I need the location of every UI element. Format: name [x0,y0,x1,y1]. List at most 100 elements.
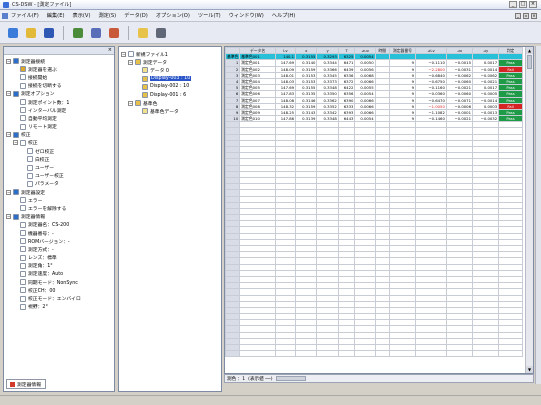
scroll-up-icon[interactable]: ▲ [526,47,533,54]
tree-node[interactable]: Display-003 : 10 [121,75,219,83]
empty-cell[interactable] [274,350,297,358]
tree-node[interactable]: 同期モード：NonSync [6,278,112,286]
grid-vertical-scrollbar[interactable]: ▲ ▼ [525,47,533,373]
open-button[interactable] [24,26,38,40]
menu-item-6[interactable]: ツール(T) [198,12,221,19]
expand-toggle-icon[interactable]: − [6,91,11,97]
tree-node[interactable]: − 測定器設定 [6,188,112,196]
expand-toggle-icon[interactable]: − [13,140,18,146]
tree-node[interactable]: 校正CH：00 [6,286,112,294]
list-button[interactable] [107,26,121,40]
empty-cell[interactable] [388,350,417,358]
empty-cell[interactable] [445,350,474,358]
tree-node[interactable]: 測定方式：- [6,245,112,253]
expand-toggle-icon[interactable]: − [6,189,11,195]
doc-restore-button[interactable]: ▫ [523,13,529,19]
empty-cell[interactable] [316,350,339,358]
expand-toggle-icon[interactable]: − [6,58,11,64]
maximize-button[interactable]: □ [519,1,527,8]
tree-node[interactable]: ゼロ校正 [6,147,112,155]
tree-node[interactable]: 視野：2° [6,303,112,311]
expand-toggle-icon[interactable]: − [6,214,11,220]
tab-instrument-info[interactable]: 測定器情報 [6,379,46,389]
tree-node[interactable]: ユーザー [6,163,112,171]
tree-node[interactable]: − 測定データ [121,58,219,66]
expand-toggle-icon[interactable]: − [121,51,126,57]
menu-item-5[interactable]: オプション(O) [156,12,190,19]
window-vertical-scrollbar[interactable] [535,46,541,384]
column-header[interactable]: 測定器番号 [388,47,417,55]
expand-toggle-icon[interactable]: − [128,59,133,65]
row-number[interactable]: 基準色 [225,53,241,61]
empty-cell[interactable] [471,350,500,358]
node-icon [20,230,26,237]
tree-node[interactable]: ROMバージョン：- [6,237,112,245]
tree-node[interactable]: − 基準色 [121,99,219,107]
tree-node[interactable]: 接続開始 [6,73,112,81]
empty-cell[interactable] [295,350,318,358]
tree-node[interactable]: 測定器名：CS-200 [6,221,112,229]
tree-node[interactable]: − 校正 [6,131,112,139]
empty-cell[interactable] [374,350,390,358]
grid-horizontal-scrollbar[interactable] [275,376,306,381]
chart-button[interactable] [89,26,103,40]
scroll-down-icon[interactable]: ▼ [526,366,533,373]
menu-item-3[interactable]: 測定(S) [98,12,116,19]
empty-cell[interactable] [337,350,356,358]
tree-node[interactable]: エラーを解除する [6,204,112,212]
tree-node[interactable]: レンズ：標準 [6,254,112,262]
tree-node[interactable]: 測定ポイント数：1 [6,98,112,106]
menu-item-0[interactable]: ファイル(F) [11,12,39,19]
tree-node[interactable]: 測定器を選ぶ [6,65,112,73]
menu-item-4[interactable]: データ(D) [124,12,148,19]
tree-node[interactable]: − 測定オプション [6,90,112,98]
empty-row[interactable] [225,350,523,358]
tree-node[interactable]: ユーザー校正 [6,172,112,180]
empty-cell[interactable] [354,350,376,358]
tree-node[interactable]: − 校正 [6,139,112,147]
tree-node[interactable]: 機器番号：- [6,229,112,237]
tree-node[interactable]: 白校正 [6,155,112,163]
scroll-thumb[interactable] [527,55,532,69]
tree-node[interactable]: リモート測定 [6,123,112,131]
minimize-button[interactable]: _ [509,1,517,8]
display-button[interactable] [154,26,168,40]
tree-node[interactable]: パラメータ [6,180,112,188]
expand-toggle-icon[interactable]: − [6,132,11,138]
tree-node[interactable]: Display-002 : 10 [121,83,219,91]
tree-node[interactable]: 校正モード：エンバイロ [6,294,112,302]
tree-node[interactable]: 接続を切断する [6,82,112,90]
folder-button[interactable] [136,26,150,40]
measure-button[interactable] [71,26,85,40]
menu-item-7[interactable]: ウィンドウ(W) [229,12,264,19]
empty-cell[interactable] [239,350,276,358]
tree-node[interactable]: − 測定器情報 [6,213,112,221]
tree-node-label: ROMバージョン：- [28,239,70,245]
new-button[interactable] [6,26,20,40]
menu-item-8[interactable]: ヘルプ(H) [272,12,296,19]
panel-close-icon[interactable]: × [108,48,112,53]
empty-cell[interactable] [415,350,447,358]
node-icon [27,148,33,155]
tree-node[interactable]: 測定速度：Auto [6,270,112,278]
tree-node[interactable]: エラー [6,196,112,204]
empty-cell[interactable] [498,350,523,358]
tree-node[interactable]: 自動平均測定 [6,114,112,122]
tree-node[interactable]: Display-001 : 6 [121,91,219,99]
menu-item-1[interactable]: 編集(E) [47,12,65,19]
document-icon[interactable] [2,12,8,19]
doc-close-button[interactable]: × [531,13,537,19]
tree-node[interactable]: − 測定器接続 [6,57,112,65]
tree-node[interactable]: 測定角：1° [6,262,112,270]
save-button[interactable] [42,26,56,40]
menu-item-2[interactable]: 表示(V) [73,12,91,19]
tree-node[interactable]: インターバル測定 [6,106,112,114]
tree-node[interactable]: 基準色データ [121,107,219,115]
close-button[interactable]: × [529,1,537,8]
expand-toggle-icon[interactable]: − [128,100,133,106]
tree-node[interactable]: − 新規ファイル1 [121,50,219,58]
doc-minimize-button[interactable]: _ [515,13,521,19]
empty-cell[interactable] [225,350,241,358]
tree-node-label: Display-001 : 6 [150,92,187,98]
tree-node[interactable]: データ 0 [121,66,219,74]
